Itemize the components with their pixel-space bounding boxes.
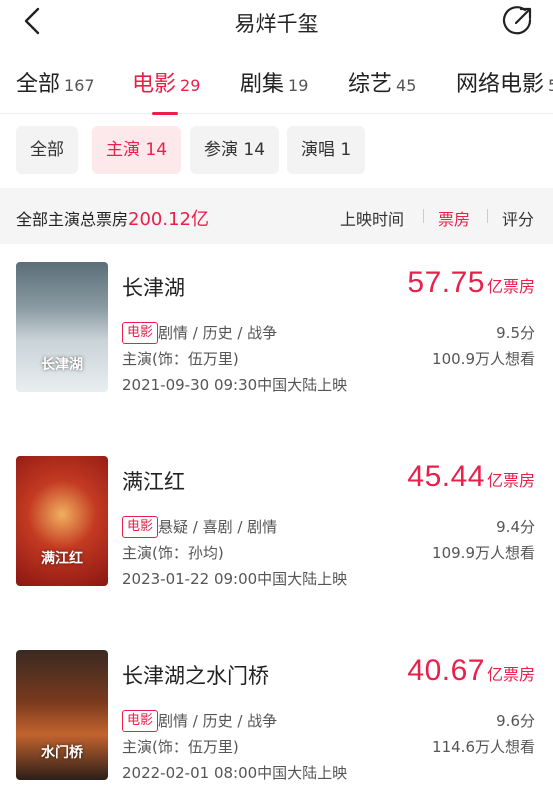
movie-item[interactable]: 水门桥 长津湖之水门桥 40.67 亿票房 电影 剧情 / 历史 / 战争 9.6… xyxy=(0,650,553,789)
release-date: 2021-09-30 09:30中国大陆上映 xyxy=(122,376,348,394)
tab-count: 45 xyxy=(396,76,417,95)
tab-label: 剧集 xyxy=(240,72,285,97)
total-box-office-value: 200.12亿 xyxy=(128,209,209,230)
share-icon[interactable] xyxy=(501,4,535,38)
poster-title: 满江红 xyxy=(41,551,83,567)
movie-poster[interactable]: 水门桥 xyxy=(16,650,108,780)
chip-lead[interactable]: 主演 14 xyxy=(92,126,182,174)
movie-poster[interactable]: 长津湖 xyxy=(16,262,108,392)
box-office: 45.44 亿票房 xyxy=(407,460,535,494)
tab-count: 29 xyxy=(180,76,201,95)
box-office-value: 57.75 xyxy=(407,266,485,299)
box-office-unit: 亿票房 xyxy=(486,665,535,684)
tab-label: 全部 xyxy=(16,72,61,97)
role: 主演(饰：孙均) xyxy=(122,544,224,562)
tab-count: 167 xyxy=(64,76,95,95)
sort-divider xyxy=(487,209,488,223)
want-to-see-count: 114.6万人想看 xyxy=(432,738,535,756)
chip-supporting[interactable]: 参演 14 xyxy=(190,126,280,174)
type-tag: 电影 xyxy=(122,516,159,538)
total-box-office-label: 全部主演总票房 xyxy=(16,210,129,229)
release-date: 2022-02-01 08:00中国大陆上映 xyxy=(122,764,348,782)
header: 易烊千玺 xyxy=(0,0,553,44)
movie-title: 长津湖 xyxy=(122,276,185,300)
tab-variety[interactable]: 综艺 45 xyxy=(348,66,416,106)
genres: 悬疑 / 喜剧 / 剧情 xyxy=(158,518,278,536)
sort-release-time[interactable]: 上映时间 xyxy=(340,206,404,230)
box-office: 57.75 亿票房 xyxy=(407,266,535,300)
poster-title: 水门桥 xyxy=(41,745,83,761)
box-office: 40.67 亿票房 xyxy=(407,654,535,688)
role-filter: 全部 主演 14 参演 14 演唱 1 xyxy=(0,126,553,176)
tab-label: 电影 xyxy=(132,72,177,97)
box-office-value: 45.44 xyxy=(407,460,485,493)
total-box-office: 全部主演总票房200.12亿 xyxy=(16,205,209,231)
active-tab-indicator xyxy=(152,112,178,115)
want-to-see-count: 100.9万人想看 xyxy=(432,350,535,368)
genres: 剧情 / 历史 / 战争 xyxy=(158,712,278,730)
release-date: 2023-01-22 09:00中国大陆上映 xyxy=(122,570,348,588)
rating: 9.6分 xyxy=(496,712,535,730)
role: 主演(饰：伍万里) xyxy=(122,738,239,756)
tab-count: 5 xyxy=(548,76,553,95)
role: 主演(饰：伍万里) xyxy=(122,350,239,368)
category-tabs: 全部167 电影29 剧集19 综艺45 网络电影5 xyxy=(0,56,553,114)
rating: 9.5分 xyxy=(496,324,535,342)
rating: 9.4分 xyxy=(496,518,535,536)
type-tag: 电影 xyxy=(122,322,159,344)
movie-poster[interactable]: 满江红 xyxy=(16,456,108,586)
tab-count: 19 xyxy=(288,76,309,95)
genres: 剧情 / 历史 / 战争 xyxy=(158,324,278,342)
movie-item[interactable]: 满江红 满江红 45.44 亿票房 电影 悬疑 / 喜剧 / 剧情 9.4分 主演… xyxy=(0,456,553,596)
tab-web-movies[interactable]: 网络电影5 xyxy=(456,66,553,106)
box-office-value: 40.67 xyxy=(407,654,485,687)
type-tag: 电影 xyxy=(122,710,159,732)
movie-item[interactable]: 长津湖 长津湖 57.75 亿票房 电影 剧情 / 历史 / 战争 9.5分 主演… xyxy=(0,262,553,402)
chip-singing[interactable]: 演唱 1 xyxy=(287,126,366,174)
tab-label: 网络电影 xyxy=(456,72,545,97)
poster-title: 长津湖 xyxy=(41,357,83,373)
summary-bar: 全部主演总票房200.12亿 上映时间 票房 评分 xyxy=(0,188,553,244)
tab-label: 综艺 xyxy=(348,72,393,97)
sort-divider xyxy=(423,209,424,223)
movie-title: 长津湖之水门桥 xyxy=(122,664,269,688)
chip-all[interactable]: 全部 xyxy=(16,126,78,174)
sort-score[interactable]: 评分 xyxy=(502,206,534,230)
box-office-unit: 亿票房 xyxy=(486,277,535,296)
tab-series[interactable]: 剧集 19 xyxy=(240,66,308,106)
tab-movies[interactable]: 电影 29 xyxy=(132,66,200,106)
movie-title: 满江红 xyxy=(122,470,185,494)
sort-box-office[interactable]: 票房 xyxy=(438,206,470,230)
want-to-see-count: 109.9万人想看 xyxy=(432,544,535,562)
tab-all[interactable]: 全部 167 xyxy=(16,66,95,106)
page-title: 易烊千玺 xyxy=(234,12,319,36)
box-office-unit: 亿票房 xyxy=(486,471,535,490)
